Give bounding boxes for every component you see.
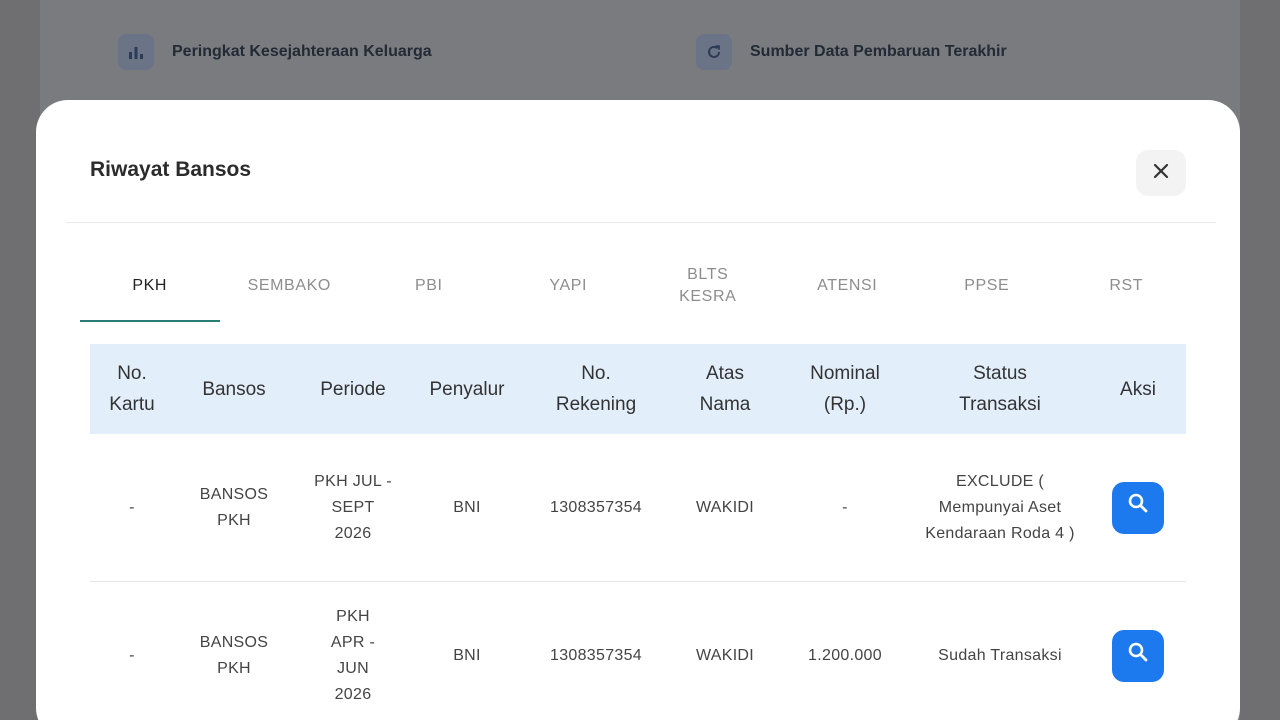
cell-aksi [1090,481,1186,534]
tab-pbi[interactable]: PBI [359,250,499,322]
tab-blts-kesra[interactable]: BLTS KESRA [638,250,778,322]
header-nominal: Nominal (Rp.) [810,363,880,415]
modal-title: Riwayat Bansos [90,158,252,181]
close-button[interactable] [1136,150,1186,196]
header-aksi: Aksi [1120,378,1156,400]
tab-atensi[interactable]: ATENSI [778,250,918,322]
search-icon [1127,641,1149,672]
header-status-transaksi: Status Transaksi [959,363,1041,415]
data-source-label: Sumber Data Pembaruan Terakhir [750,43,1007,60]
header-divider [66,222,1216,223]
header-no-rekening: No. Rekening [555,363,637,415]
modal-header: Riwayat Bansos [36,100,1240,222]
header-periode: Periode [320,378,386,400]
tab-yapi[interactable]: YAPI [499,250,639,322]
cell-periode: PKH JUL - SEPT 2026 [314,472,392,542]
cell-bansos: BANSOS PKH [199,634,269,677]
cell-status: EXCLUDE ( Mempunyai Aset Kendaraan Roda … [925,472,1075,542]
tab-ppse[interactable]: PPSE [917,250,1057,322]
table-header: No. Kartu Bansos Periode Penyalur No. Re… [90,344,1186,434]
view-detail-button[interactable] [1112,630,1164,682]
cell-status: Sudah Transaksi [938,647,1062,664]
cell-no-rekening: 1308357354 [550,498,642,516]
header-atas-nama: Atas Nama [699,363,751,415]
cell-atas-nama: WAKIDI [695,647,755,664]
bar-chart-icon [118,34,154,70]
cell-no-kartu: - [129,498,135,516]
view-detail-button[interactable] [1112,481,1164,534]
welfare-ranking-item: Peringkat Kesejahteraan Keluarga [118,32,432,72]
cell-no-rekening: 1308357354 [550,647,642,664]
cell-atas-nama: WAKIDI [695,498,755,516]
header-penyalur: Penyalur [429,378,505,400]
table-row: - BANSOS PKH PKH APR - JUN 2026 BNI 1308… [90,582,1186,720]
tab-sembako[interactable]: SEMBAKO [220,250,360,322]
cell-aksi [1090,630,1186,682]
search-icon [1127,492,1149,523]
cell-penyalur: BNI [453,647,481,664]
bansos-history-modal: Riwayat Bansos PKH SEMBAKO PBI YAPI BLTS… [36,100,1240,720]
close-icon [1152,162,1170,185]
cell-nominal: - [842,498,848,516]
tab-blts-kesra-label: BLTS KESRA [679,266,737,305]
header-no-kartu: No. Kartu [109,363,155,415]
cell-nominal: 1.200.000 [808,647,882,664]
cell-bansos: BANSOS PKH [199,485,269,529]
header-bansos: Bansos [202,378,266,400]
refresh-icon [696,34,732,70]
bansos-table: No. Kartu Bansos Periode Penyalur No. Re… [90,344,1186,720]
data-source-item: Sumber Data Pembaruan Terakhir [696,32,1007,72]
table-row: - BANSOS PKH PKH JUL - SEPT 2026 BNI 130… [90,434,1186,582]
cell-periode: PKH APR - JUN 2026 [330,608,376,703]
cell-no-kartu: - [129,647,135,664]
welfare-ranking-label: Peringkat Kesejahteraan Keluarga [172,43,432,60]
tab-rst[interactable]: RST [1057,250,1197,322]
cell-penyalur: BNI [453,498,481,516]
program-tabs: PKH SEMBAKO PBI YAPI BLTS KESRA ATENSI P… [80,250,1196,322]
tab-pkh[interactable]: PKH [80,250,220,322]
